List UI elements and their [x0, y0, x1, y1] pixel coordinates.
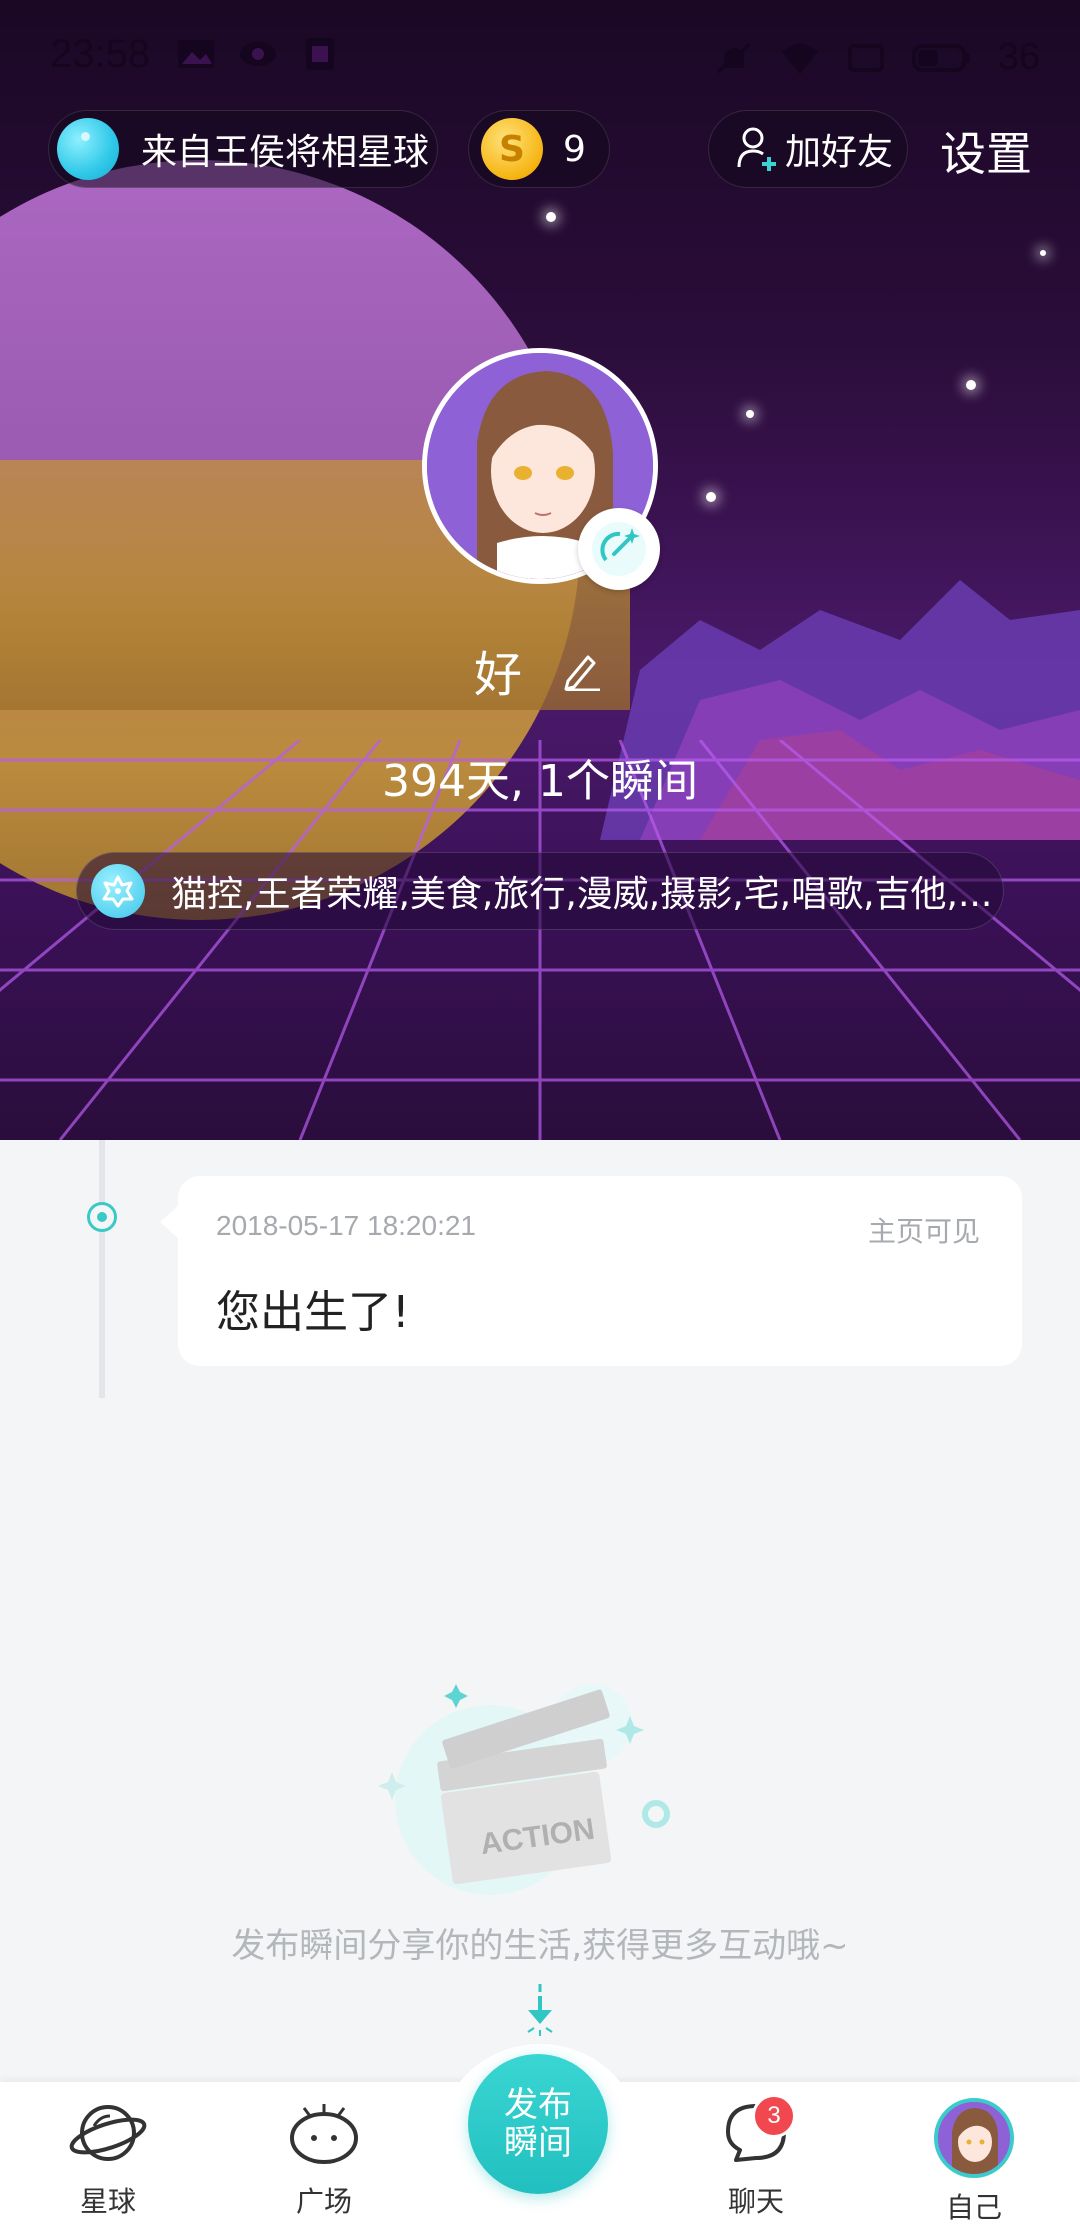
planet-nav-icon: [69, 2105, 147, 2161]
star: [746, 410, 754, 418]
sim-icon: [306, 38, 334, 70]
coin-balance-pill[interactable]: S 9: [468, 110, 610, 188]
nav-square-label: 广场: [295, 2185, 352, 2218]
star: [1040, 250, 1046, 256]
square-nav-icon: [290, 2104, 358, 2164]
wifi-icon: [781, 43, 818, 74]
gallery-icon: [178, 40, 214, 68]
edit-pencil-icon[interactable]: [562, 649, 602, 691]
nav-square[interactable]: 广场: [254, 2098, 394, 2220]
tags-icon: [91, 864, 145, 918]
publish-label-line1: 发布: [504, 2085, 572, 2125]
interest-tags-text: 猫控,王者荣耀,美食,旅行,漫威,摄影,宅,唱歌,吉他,...: [171, 874, 993, 915]
profile-name-row[interactable]: 好: [474, 635, 602, 705]
planet-origin-pill[interactable]: 来自王侯将相星球: [48, 110, 438, 188]
settings-button[interactable]: 设置: [940, 118, 1032, 184]
nav-chat-label: 聊天: [727, 2185, 784, 2218]
moment-visibility: 主页可见: [867, 1215, 980, 1248]
moment-timestamp: 2018-05-17 18:20:21: [216, 1210, 476, 1241]
avatar-magic-button[interactable]: [578, 508, 660, 590]
moment-card[interactable]: 2018-05-17 18:20:21 主页可见 您出生了!: [160, 1176, 1022, 1366]
coin-count: 9: [563, 128, 586, 170]
eye-icon: [240, 42, 276, 66]
empty-state-text: 发布瞬间分享你的生活,获得更多互动哦~: [231, 1926, 849, 1966]
moment-text: 您出生了!: [216, 1287, 410, 1338]
sim-empty-icon: [847, 43, 884, 72]
profile-name: 好: [474, 647, 523, 703]
planet-origin-label: 来自王侯将相星球: [141, 132, 430, 173]
nav-self[interactable]: 自己: [904, 2098, 1044, 2226]
publish-moment-button[interactable]: 发布 瞬间: [468, 2054, 608, 2194]
coin-icon: S: [481, 118, 543, 180]
nav-planet-label: 星球: [79, 2185, 136, 2218]
nav-planet[interactable]: 星球: [38, 2098, 178, 2220]
planet-ball-icon: [57, 118, 119, 180]
add-friend-button[interactable]: 加好友: [708, 110, 908, 188]
add-friend-label: 加好友: [785, 132, 894, 173]
star: [966, 380, 976, 390]
star: [706, 492, 716, 502]
timeline-dot-icon: [87, 1202, 117, 1232]
battery-level: 36: [997, 36, 1040, 78]
add-friend-icon: [737, 127, 776, 171]
profile-stats: 394天, 1个瞬间: [382, 756, 698, 807]
publish-label-line2: 瞬间: [504, 2123, 572, 2163]
timeline-line: [99, 1140, 105, 1398]
magic-wand-icon: [592, 522, 646, 576]
chat-unread-badge: 3: [752, 2094, 796, 2138]
status-time: 23:58: [50, 32, 151, 76]
status-bar: 23:58 36: [0, 0, 1080, 110]
nav-self-label: 自己: [945, 2191, 1002, 2224]
nav-self-avatar: [934, 2098, 1014, 2178]
interest-tags[interactable]: 猫控,王者荣耀,美食,旅行,漫威,摄影,宅,唱歌,吉他,...: [76, 852, 1004, 930]
down-arrow-icon: [527, 1984, 553, 2036]
battery-icon: [911, 43, 970, 72]
star: [546, 212, 556, 222]
mute-icon: [716, 41, 752, 74]
clapperboard-illustration: ACTION: [378, 1684, 670, 1895]
